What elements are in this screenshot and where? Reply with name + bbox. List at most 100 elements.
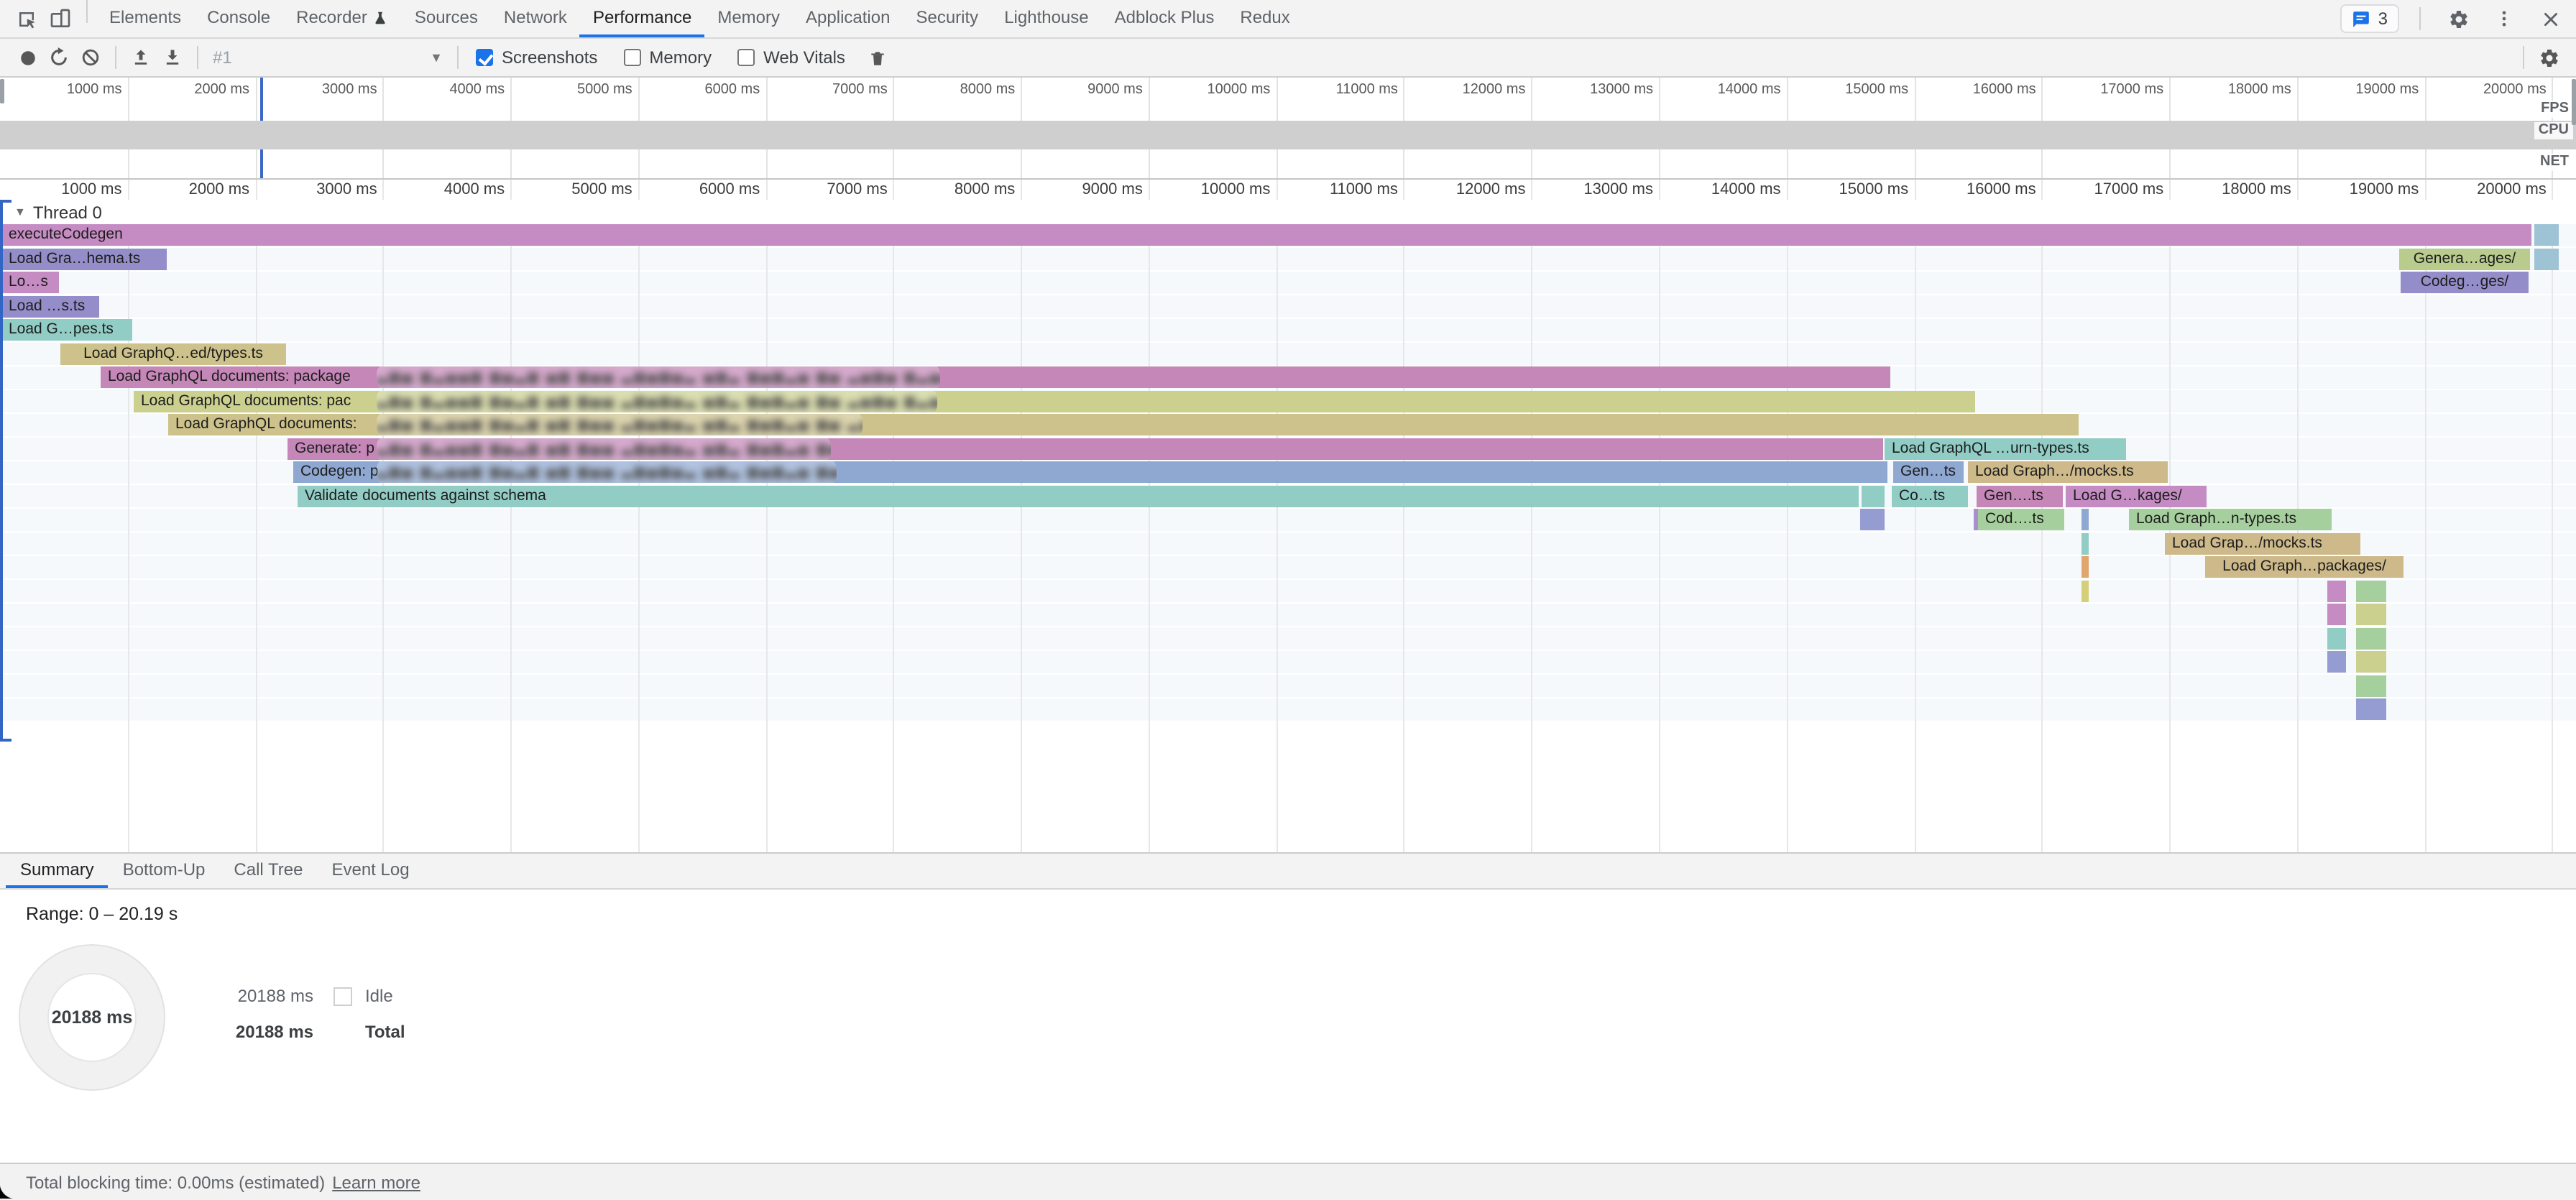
history-select[interactable]: #1 ▼ <box>213 47 443 68</box>
kebab-menu-icon[interactable] <box>2487 9 2521 29</box>
tab-performance[interactable]: Performance <box>580 0 704 37</box>
flame-bar[interactable]: Codegen: p▃▆▅ ▆▃▅▅▆ ▆▅▃▆ ▅▆ ▆▅▅ ▃▆▅▆▅▃ ▅… <box>293 461 1887 483</box>
save-profile-icon[interactable] <box>157 42 188 73</box>
overview-tick-label: 13000 ms <box>1590 82 1659 98</box>
clear-button[interactable] <box>75 42 106 73</box>
reload-record-button[interactable] <box>43 42 75 73</box>
inspect-element-icon[interactable] <box>9 0 43 37</box>
tab-label: Security <box>916 7 978 27</box>
flame-bar[interactable]: Load Gra…hema.ts <box>1 248 167 269</box>
overview-lane-label-net: NET <box>2536 154 2573 171</box>
thread-track-header[interactable]: ▼ Thread 0 <box>0 200 2576 224</box>
tab-memory[interactable]: Memory <box>704 0 793 37</box>
flame-bar[interactable] <box>2327 627 2346 649</box>
checkbox-web-vitals[interactable]: Web Vitals <box>737 47 845 68</box>
flame-chart-panel[interactable]: 1000 ms2000 ms3000 ms4000 ms5000 ms6000 … <box>0 180 2576 852</box>
flame-bar[interactable]: Load Graph…/mocks.ts <box>1968 461 2168 483</box>
tab-network[interactable]: Network <box>491 0 580 37</box>
overview-tick-label: 15000 ms <box>1845 82 1914 98</box>
flame-bar[interactable]: Load GraphQL documents: pac▃▆▅ ▆▃▅▅▆ ▆▅▃… <box>134 390 1975 412</box>
device-toolbar-icon[interactable] <box>43 0 78 37</box>
thread-label: Thread 0 <box>33 202 102 222</box>
flame-bar[interactable]: Load GraphQL documents:▃▆▅ ▆▃▅▅▆ ▆▅▃▆ ▅▆… <box>168 414 2079 435</box>
trash-icon[interactable] <box>862 42 894 73</box>
details-tab-call-tree[interactable]: Call Tree <box>219 854 317 888</box>
flame-bar[interactable] <box>2327 604 2346 625</box>
flame-bar-label: Codeg…ges/ <box>2421 273 2509 290</box>
toolbar-checkboxes: Screenshots Memory Web Vitals <box>467 47 862 68</box>
capture-settings-gear-icon[interactable] <box>2533 42 2564 73</box>
timeline-overview[interactable]: 1000 ms2000 ms3000 ms4000 ms5000 ms6000 … <box>0 78 2576 180</box>
flame-bar[interactable]: Load GraphQL …urn-types.ts <box>1885 438 2126 459</box>
details-tab-event-log[interactable]: Event Log <box>317 854 423 888</box>
flame-bar[interactable]: Load GraphQ…ed/types.ts <box>60 343 286 364</box>
total-blocking-time-text: Total blocking time: 0.00ms (estimated) <box>26 1172 325 1192</box>
overview-left-handle[interactable] <box>0 79 4 103</box>
tab-elements[interactable]: Elements <box>96 0 194 37</box>
overview-tick-label: 3000 ms <box>322 82 383 98</box>
tab-redux[interactable]: Redux <box>1227 0 1302 37</box>
flame-bar[interactable]: Gen…ts <box>1893 461 1964 483</box>
flame-bar[interactable] <box>2082 509 2089 530</box>
tab-adblock-plus[interactable]: Adblock Plus <box>1102 0 1228 37</box>
flame-bar[interactable] <box>1862 485 1885 507</box>
flame-bar[interactable] <box>1860 509 1885 530</box>
ruler-tick-label: 15000 ms <box>1839 181 1914 198</box>
tab-lighthouse[interactable]: Lighthouse <box>991 0 1101 37</box>
flame-bar[interactable] <box>2327 580 2346 601</box>
flame-bar[interactable]: Load Graph…packages/ <box>2205 556 2404 578</box>
flame-bar[interactable] <box>2534 248 2559 269</box>
flame-bar[interactable]: Load G…kages/ <box>2066 485 2207 507</box>
flame-bar-label: Co…ts <box>1899 486 1945 504</box>
flame-bar[interactable]: Genera…ages/ <box>2399 248 2530 269</box>
flame-bar[interactable] <box>2356 698 2386 720</box>
flame-bar[interactable]: Validate documents against schema <box>298 485 1859 507</box>
flame-bar[interactable] <box>2327 651 2346 673</box>
flame-bar[interactable] <box>2534 224 2559 246</box>
flame-bar[interactable] <box>2356 651 2386 673</box>
flame-bar[interactable]: Cod….ts <box>1978 509 2064 530</box>
status-bar: Total blocking time: 0.00ms (estimated) … <box>0 1163 2576 1200</box>
overview-tick-label: 4000 ms <box>449 82 510 98</box>
flame-bar[interactable]: Codeg…ges/ <box>2401 272 2529 293</box>
tab-application[interactable]: Application <box>793 0 903 37</box>
tab-sources[interactable]: Sources <box>402 0 491 37</box>
record-button[interactable] <box>12 42 43 73</box>
flame-bar[interactable]: Generate: p▃▆▅ ▆▃▅▅▆ ▆▅▃▆ ▅▆ ▆▅▅ ▃▆▅▆▅▃ … <box>288 438 1883 459</box>
flame-bar[interactable] <box>2082 556 2089 578</box>
details-tab-summary[interactable]: Summary <box>6 854 109 888</box>
flame-bar[interactable]: Load Grap…/mocks.ts <box>2165 532 2360 554</box>
flame-bar[interactable]: Load G…pes.ts <box>1 319 132 341</box>
flame-bar[interactable] <box>2082 532 2089 554</box>
close-icon[interactable] <box>2533 9 2567 28</box>
flame-bar[interactable]: executeCodegen <box>1 224 2531 246</box>
flame-bar[interactable] <box>2356 675 2386 696</box>
flame-bar[interactable]: Gen….ts <box>1977 485 2063 507</box>
flame-bar[interactable]: Co…ts <box>1892 485 1968 507</box>
flame-bar[interactable]: Load GraphQL documents: package▃▆▅ ▆▃▅▅▆… <box>101 366 1890 388</box>
flame-bar[interactable]: Load …s.ts <box>1 295 99 317</box>
flame-bar[interactable] <box>2356 580 2386 601</box>
flame-bar[interactable]: Lo…s <box>1 272 59 293</box>
tab-recorder[interactable]: Recorder <box>283 0 402 37</box>
load-profile-icon[interactable] <box>125 42 157 73</box>
overview-tick-label: 7000 ms <box>832 82 893 98</box>
flame-bar[interactable] <box>2356 627 2386 649</box>
settings-gear-icon[interactable] <box>2441 8 2475 29</box>
flame-bar[interactable] <box>2356 604 2386 625</box>
flame-bar[interactable]: Load Graph…n-types.ts <box>2129 509 2332 530</box>
overview-right-handle[interactable] <box>2572 79 2576 125</box>
legend-label: Idle <box>365 986 393 1006</box>
flame-bar[interactable] <box>2082 580 2089 601</box>
legend-value: 20188 ms <box>227 1022 313 1042</box>
tab-console[interactable]: Console <box>194 0 283 37</box>
ruler-tick-label: 16000 ms <box>1966 181 2042 198</box>
learn-more-link[interactable]: Learn more <box>332 1172 420 1192</box>
issues-button[interactable]: 3 <box>2341 4 2399 33</box>
details-tab-bottom-up[interactable]: Bottom-Up <box>109 854 220 888</box>
range-text: Range: 0 – 20.19 s <box>26 904 178 924</box>
summary-donut-chart: 20188 ms <box>19 944 165 1091</box>
checkbox-memory[interactable]: Memory <box>623 47 712 68</box>
checkbox-screenshots[interactable]: Screenshots <box>476 47 597 68</box>
tab-security[interactable]: Security <box>903 0 991 37</box>
